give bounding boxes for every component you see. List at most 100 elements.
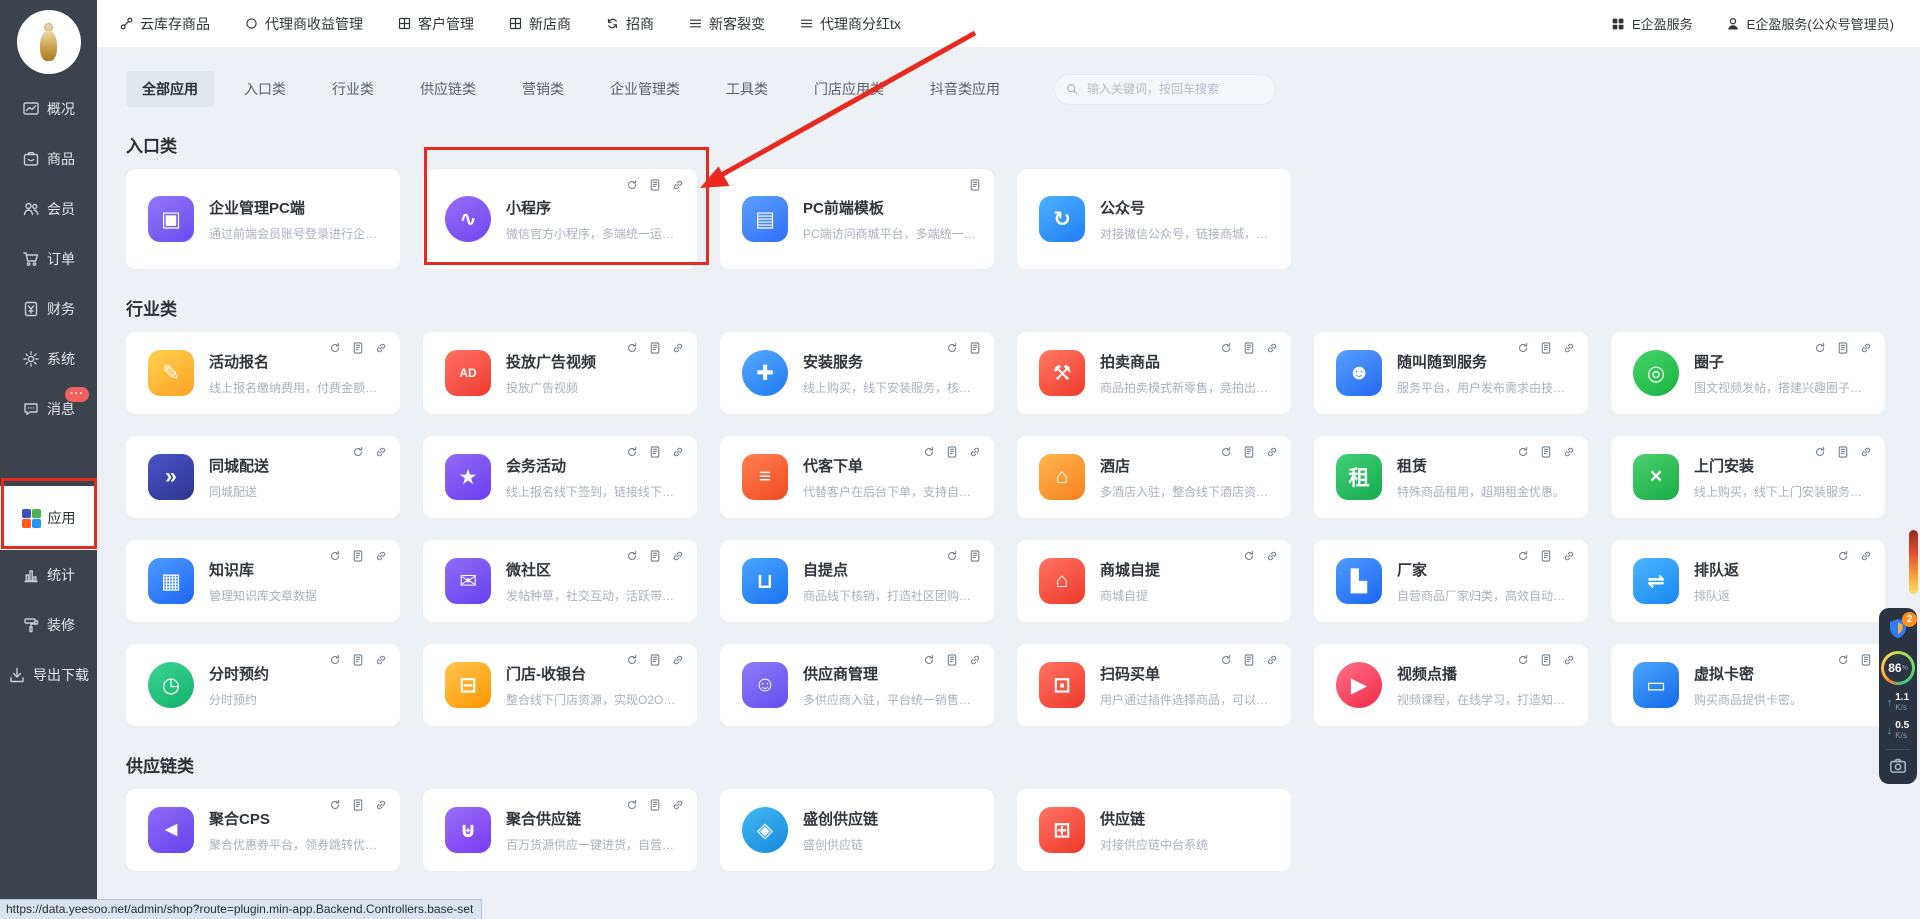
pos-action[interactable]	[1859, 653, 1873, 672]
sidebar-item-5[interactable]: 系统	[0, 334, 97, 384]
app-card[interactable]: ↻ 公众号 对接微信公众号，链接商城，便于...	[1017, 169, 1291, 269]
pos-action[interactable]	[648, 445, 662, 464]
app-card[interactable]: × 上门安装 线上购买，线下上门安装服务，核...	[1611, 436, 1885, 518]
link-action[interactable]	[1859, 445, 1873, 464]
app-card[interactable]: ⊟ 门店-收银台 整合线下门店资源，实现O2O异业...	[423, 644, 697, 726]
link-action[interactable]	[671, 178, 685, 197]
pos-action[interactable]	[1242, 445, 1256, 464]
sync-action[interactable]	[625, 341, 639, 360]
link-action[interactable]	[374, 549, 388, 568]
app-card[interactable]: ▭ 虚拟卡密 购买商品提供卡密。	[1611, 644, 1885, 726]
app-card[interactable]: ▤ PC前端模板 PC端访问商城平台，多端统一运...	[720, 169, 994, 269]
topnav-item[interactable]: 代理商分红tx	[799, 14, 901, 34]
sidebar-item-1[interactable]: 商品	[0, 134, 97, 184]
sync-action[interactable]	[1813, 341, 1827, 360]
app-card[interactable]: ⇌ 排队返 排队返	[1611, 540, 1885, 622]
pos-action[interactable]	[968, 178, 982, 197]
sync-action[interactable]	[1836, 549, 1850, 568]
sidebar-item-2[interactable]: 会员	[0, 184, 97, 234]
app-card[interactable]: ⊞ 供应链 对接供应链中台系统	[1017, 789, 1291, 871]
sync-action[interactable]	[1516, 445, 1530, 464]
search-input[interactable]	[1054, 74, 1276, 105]
sync-action[interactable]	[625, 549, 639, 568]
sync-action[interactable]	[625, 445, 639, 464]
app-card[interactable]: 租 租赁 特殊商品租用，超期租金优惠。	[1314, 436, 1588, 518]
sync-action[interactable]	[922, 445, 936, 464]
sync-action[interactable]	[1219, 445, 1233, 464]
sync-action[interactable]	[1516, 653, 1530, 672]
app-card[interactable]: » 同城配送 同城配送	[126, 436, 400, 518]
app-card[interactable]: ▙ 厂家 自营商品厂家归类，高效自动拆单。	[1314, 540, 1588, 622]
pos-action[interactable]	[351, 549, 365, 568]
app-card[interactable]: ⌂ 商城自提 商城自提	[1017, 540, 1291, 622]
app-card[interactable]: ⊡ 扫码买单 用户通过插件选择商品，可以直接...	[1017, 644, 1291, 726]
pos-action[interactable]	[351, 653, 365, 672]
pos-action[interactable]	[1539, 653, 1553, 672]
app-card[interactable]: ≡ 代客下单 代替客户在后台下单，支持自营，...	[720, 436, 994, 518]
link-action[interactable]	[671, 798, 685, 817]
link-action[interactable]	[1562, 549, 1576, 568]
link-action[interactable]	[1265, 341, 1279, 360]
pos-action[interactable]	[648, 798, 662, 817]
scrollbar-thumb[interactable]	[1909, 530, 1918, 594]
app-card[interactable]: ⚒ 拍卖商品 商品拍卖模式新零售，竞拍出价得...	[1017, 332, 1291, 414]
pos-action[interactable]	[1539, 549, 1553, 568]
pos-action[interactable]	[1242, 341, 1256, 360]
sidebar-item-0[interactable]: 概况	[0, 84, 97, 134]
link-action[interactable]	[671, 341, 685, 360]
app-card[interactable]: ▣ 企业管理PC端 通过前端会员账号登录进行企业管理	[126, 169, 400, 269]
tab-7[interactable]: 门店应用类	[798, 71, 900, 107]
pos-action[interactable]	[1539, 341, 1553, 360]
topnav-item[interactable]: 新店商	[508, 14, 571, 34]
app-card[interactable]: ◎ 圈子 图文视频发帖，搭建兴趣圈子，实...	[1611, 332, 1885, 414]
app-card[interactable]: ⊔ 自提点 商品线下核销，打造社区团购平台。	[720, 540, 994, 622]
link-action[interactable]	[374, 653, 388, 672]
app-card[interactable]: ⊎ 聚合供应链 百万货源供应一键进货，自营商品...	[423, 789, 697, 871]
sync-action[interactable]	[1516, 341, 1530, 360]
link-action[interactable]	[1265, 653, 1279, 672]
sync-action[interactable]	[1836, 653, 1850, 672]
link-action[interactable]	[968, 445, 982, 464]
sync-action[interactable]	[945, 341, 959, 360]
app-card[interactable]: ◷ 分时预约 分时预约	[126, 644, 400, 726]
link-action[interactable]	[1562, 445, 1576, 464]
pos-action[interactable]	[1836, 341, 1850, 360]
pos-action[interactable]	[1539, 445, 1553, 464]
shield-icon[interactable]: 2	[1886, 617, 1910, 641]
health-gauge[interactable]: 86%	[1881, 651, 1915, 685]
topbar-account-item[interactable]: E企盈服务	[1610, 14, 1693, 33]
link-action[interactable]	[1859, 549, 1873, 568]
pos-action[interactable]	[648, 653, 662, 672]
sync-action[interactable]	[625, 798, 639, 817]
pos-action[interactable]	[648, 178, 662, 197]
pos-action[interactable]	[648, 549, 662, 568]
tab-1[interactable]: 入口类	[228, 71, 302, 107]
sync-action[interactable]	[625, 653, 639, 672]
pos-action[interactable]	[968, 549, 982, 568]
sync-action[interactable]	[1242, 549, 1256, 568]
tab-6[interactable]: 工具类	[710, 71, 784, 107]
sync-action[interactable]	[328, 549, 342, 568]
app-card[interactable]: ⌂ 酒店 多酒店入驻，整合线下酒店资源，...	[1017, 436, 1291, 518]
app-card[interactable]: ∿ 小程序 微信官方小程序，多端统一运营。	[423, 169, 697, 269]
sync-action[interactable]	[328, 653, 342, 672]
app-card[interactable]: ▦ 知识库 管理知识库文章数据	[126, 540, 400, 622]
link-action[interactable]	[671, 445, 685, 464]
link-action[interactable]	[1265, 549, 1279, 568]
pos-action[interactable]	[1836, 445, 1850, 464]
sidebar-item-7[interactable]: 应用	[0, 486, 97, 550]
sidebar-item-9[interactable]: 装修	[0, 600, 97, 650]
pos-action[interactable]	[351, 798, 365, 817]
app-card[interactable]: ◈ 盛创供应链 盛创供应链	[720, 789, 994, 871]
pos-action[interactable]	[945, 445, 959, 464]
sync-action[interactable]	[625, 178, 639, 197]
sync-action[interactable]	[1219, 653, 1233, 672]
screenshot-camera-icon[interactable]	[1888, 756, 1908, 776]
pos-action[interactable]	[968, 341, 982, 360]
sync-action[interactable]	[1219, 341, 1233, 360]
sync-action[interactable]	[328, 798, 342, 817]
app-card[interactable]: AD 投放广告视频 投放广告视频	[423, 332, 697, 414]
link-action[interactable]	[1562, 341, 1576, 360]
sync-action[interactable]	[351, 445, 365, 464]
topnav-item[interactable]: 新客裂变	[688, 14, 765, 34]
